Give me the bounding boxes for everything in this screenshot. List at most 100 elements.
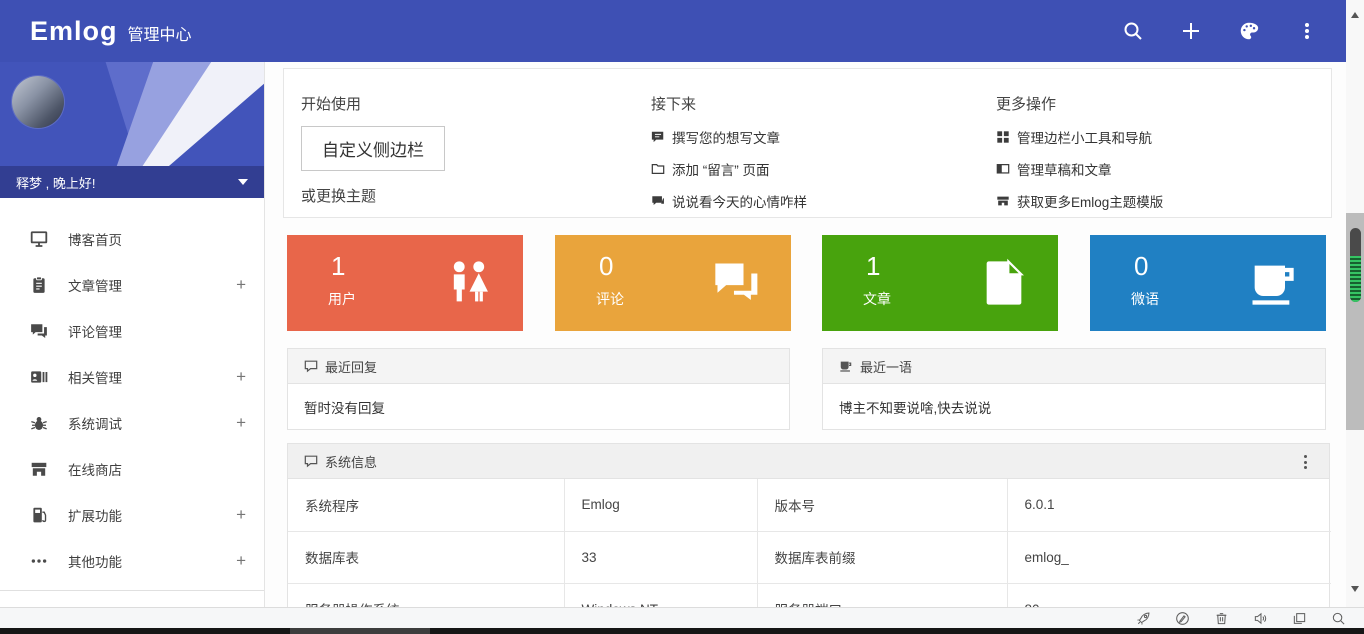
stat-card-users[interactable]: 1 用户 xyxy=(287,235,523,331)
expand-plus-icon[interactable]: + xyxy=(236,275,246,295)
trash-icon[interactable] xyxy=(1214,611,1229,626)
user-greeting: 释梦 , 晚上好! xyxy=(16,173,95,192)
stat-value: 0 xyxy=(1134,251,1159,281)
emlog-admin-app: Emlog 管理中心 xyxy=(0,0,1364,634)
system-info-panel: 系统信息 系统程序 Emlog 版本号 6.0.1 数据库表 33 数据库表前缀… xyxy=(287,443,1330,634)
idcard-icon xyxy=(30,368,48,386)
scrollbar[interactable] xyxy=(1346,0,1364,634)
change-theme-link[interactable]: 或更换主题 xyxy=(301,185,445,206)
scroll-down-arrow-icon[interactable] xyxy=(1351,586,1359,592)
app-header: Emlog 管理中心 xyxy=(0,0,1346,62)
start-title: 开始使用 xyxy=(301,93,445,114)
rocket-icon[interactable] xyxy=(1136,611,1151,626)
sidebar-item-label: 评论管理 xyxy=(68,321,122,341)
comments-icon xyxy=(30,322,48,340)
sysinfo-value: 6.0.1 xyxy=(1007,479,1331,531)
stat-card-articles[interactable]: 1 文章 xyxy=(822,235,1058,331)
customize-sidebar-button[interactable]: 自定义侧边栏 xyxy=(301,126,445,171)
add-guestbook-page-link[interactable]: 添加 “留言” 页面 xyxy=(651,160,807,178)
sidebar-item-extensions[interactable]: 扩展功能 + xyxy=(0,492,264,538)
kebab-menu-icon[interactable] xyxy=(1296,20,1318,42)
system-info-header: 系统信息 xyxy=(288,444,1329,479)
sidebar-item-label: 博客首页 xyxy=(68,229,122,249)
speech-bubble-icon xyxy=(304,359,318,373)
sidebar-item-online-store[interactable]: 在线商店 xyxy=(0,446,264,492)
welcome-more-column: 更多操作 管理边栏小工具和导航 管理草稿和文章 获取更多Emlog主题模版 xyxy=(996,69,1163,210)
sidebar-item-articles[interactable]: 文章管理 + xyxy=(0,262,264,308)
sysinfo-value: Emlog xyxy=(564,479,757,531)
recent-reply-panel: 最近回复 暂时没有回复 xyxy=(287,348,790,430)
expand-plus-icon[interactable]: + xyxy=(236,551,246,571)
book-icon xyxy=(996,162,1010,176)
scrollbar-indicator[interactable] xyxy=(1350,228,1361,302)
sidebar-item-label: 其他功能 xyxy=(68,551,122,571)
compose-icon[interactable] xyxy=(1175,611,1190,626)
manage-drafts-link[interactable]: 管理草稿和文章 xyxy=(996,160,1163,178)
search-icon[interactable] xyxy=(1122,20,1144,42)
recent-word-body: 博主不知要说啥,快去说说 xyxy=(823,384,1325,430)
palette-icon[interactable] xyxy=(1238,20,1260,42)
sidebar-item-related[interactable]: 相关管理 + xyxy=(0,354,264,400)
taskbar-edge xyxy=(0,628,1364,634)
sidebar-item-other[interactable]: 其他功能 + xyxy=(0,538,264,584)
sidebar-item-system-debug[interactable]: 系统调试 + xyxy=(0,400,264,446)
stat-label: 评论 xyxy=(596,289,624,309)
recent-word-header: 最近一语 xyxy=(823,349,1325,384)
write-article-link[interactable]: 撰写您的想写文章 xyxy=(651,128,807,146)
scroll-up-arrow-icon[interactable] xyxy=(1351,12,1359,18)
browser-bottom-bar xyxy=(0,607,1364,628)
sidebar: 释梦 , 晚上好! 博客首页 文章管理 + xyxy=(0,62,265,607)
user-strip: 释梦 , 晚上好! xyxy=(0,166,264,198)
next-title: 接下来 xyxy=(651,93,807,114)
ellipsis-icon xyxy=(30,552,48,570)
panel-title: 系统信息 xyxy=(325,452,377,471)
widgets-icon xyxy=(996,130,1010,144)
recent-word-panel: 最近一语 博主不知要说啥,快去说说 xyxy=(822,348,1326,430)
empty-word-text: 博主不知要说啥,快去说说 xyxy=(839,397,991,417)
welcome-panel: 开始使用 自定义侧边栏 或更换主题 接下来 撰写您的想写文章 添加 “留言” 页… xyxy=(283,68,1332,218)
expand-plus-icon[interactable]: + xyxy=(236,413,246,433)
stat-card-notes[interactable]: 0 微语 xyxy=(1090,235,1326,331)
stat-value: 1 xyxy=(866,251,891,281)
cup-icon xyxy=(839,359,853,373)
stat-label: 文章 xyxy=(863,289,891,309)
avatar[interactable] xyxy=(12,76,64,128)
sysinfo-key: 数据库表 xyxy=(288,531,564,583)
zoom-search-icon[interactable] xyxy=(1331,611,1346,626)
sidebar-item-label: 相关管理 xyxy=(68,367,122,387)
sidebar-divider xyxy=(0,590,264,591)
sysinfo-value: 33 xyxy=(564,531,757,583)
brand[interactable]: Emlog 管理中心 xyxy=(30,16,192,47)
post-mood-link[interactable]: 说说看今天的心情咋样 xyxy=(651,192,807,210)
stat-label: 微语 xyxy=(1131,289,1159,309)
sidebar-item-label: 扩展功能 xyxy=(68,505,122,525)
stat-card-comments[interactable]: 0 评论 xyxy=(555,235,791,331)
bug-icon xyxy=(30,414,48,432)
plugin-icon xyxy=(30,506,48,524)
sidebar-item-label: 在线商店 xyxy=(68,459,122,479)
clipboard-icon xyxy=(30,276,48,294)
table-row: 数据库表 33 数据库表前缀 emlog_ xyxy=(288,531,1331,583)
recent-reply-body: 暂时没有回复 xyxy=(288,384,789,430)
admin-center-label: 管理中心 xyxy=(128,21,192,45)
sysinfo-key: 数据库表前缀 xyxy=(757,531,1007,583)
sysinfo-key: 版本号 xyxy=(757,479,1007,531)
sidebar-item-comments[interactable]: 评论管理 xyxy=(0,308,264,354)
sidebar-item-blog-home[interactable]: 博客首页 xyxy=(0,216,264,262)
panel-kebab-icon[interactable] xyxy=(1297,453,1313,471)
manage-widgets-link[interactable]: 管理边栏小工具和导航 xyxy=(996,128,1163,146)
sysinfo-value: emlog_ xyxy=(1007,531,1331,583)
document-icon xyxy=(978,257,1030,309)
chevron-down-icon[interactable] xyxy=(238,179,248,185)
empty-reply-text: 暂时没有回复 xyxy=(304,397,385,417)
expand-plus-icon[interactable]: + xyxy=(236,367,246,387)
volume-icon[interactable] xyxy=(1253,611,1268,626)
expand-plus-icon[interactable]: + xyxy=(236,505,246,525)
sidebar-item-label: 文章管理 xyxy=(68,275,122,295)
windows-icon[interactable] xyxy=(1292,611,1307,626)
plus-icon[interactable] xyxy=(1180,20,1202,42)
get-themes-link[interactable]: 获取更多Emlog主题模版 xyxy=(996,192,1163,210)
coffee-cup-icon xyxy=(1246,257,1298,309)
recent-reply-header: 最近回复 xyxy=(288,349,789,384)
mood-chat-icon xyxy=(651,194,665,208)
